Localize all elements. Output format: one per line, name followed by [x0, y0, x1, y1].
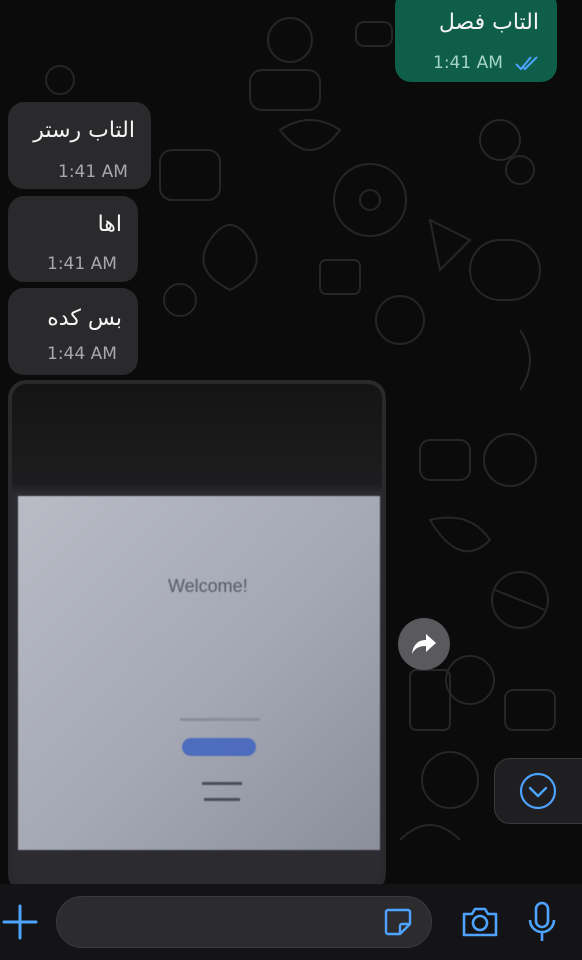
- message-time: 1:41 AM: [58, 162, 128, 182]
- message-text: التاب رستر: [33, 118, 135, 143]
- read-double-check-icon: [515, 56, 538, 71]
- message-bubble-incoming[interactable]: بس كده 1:44 AM: [8, 288, 138, 375]
- forward-icon: [412, 634, 436, 654]
- photo-welcome-text: Welcome!: [168, 576, 248, 596]
- sticker-icon: [384, 908, 412, 936]
- message-input[interactable]: [56, 896, 432, 948]
- plus-icon: [2, 904, 38, 940]
- message-bubble-incoming[interactable]: اها 1:41 AM: [8, 196, 138, 282]
- attach-button[interactable]: [0, 902, 40, 942]
- message-time: 1:41 AM: [433, 53, 503, 73]
- message-text: التاب فصل: [438, 10, 539, 35]
- camera-button[interactable]: [460, 902, 500, 942]
- scroll-to-bottom-button[interactable]: [494, 758, 582, 824]
- photo-setup-button: [182, 738, 256, 756]
- message-text: بس كده: [47, 306, 122, 331]
- sticker-button[interactable]: [382, 906, 414, 938]
- photo-attachment[interactable]: Welcome!: [12, 384, 382, 884]
- photo-language-line: [180, 718, 260, 721]
- message-time: 1:44 AM: [47, 344, 117, 364]
- photo-link-line: [204, 798, 240, 801]
- photo-link-line: [202, 782, 242, 785]
- forward-button[interactable]: [398, 618, 450, 670]
- message-bubble-outgoing[interactable]: التاب فصل 1:41 AM: [395, 0, 557, 82]
- microphone-button[interactable]: [526, 900, 558, 944]
- message-time: 1:41 AM: [47, 254, 117, 274]
- photo-tablet-screen: Welcome!: [18, 496, 380, 850]
- camera-icon: [462, 907, 498, 937]
- photo-message-bubble[interactable]: Welcome!: [8, 380, 386, 892]
- microphone-icon: [528, 901, 556, 941]
- message-text: اها: [97, 212, 122, 237]
- message-bubble-incoming[interactable]: التاب رستر 1:41 AM: [8, 102, 151, 189]
- chevron-down-icon: [519, 772, 557, 810]
